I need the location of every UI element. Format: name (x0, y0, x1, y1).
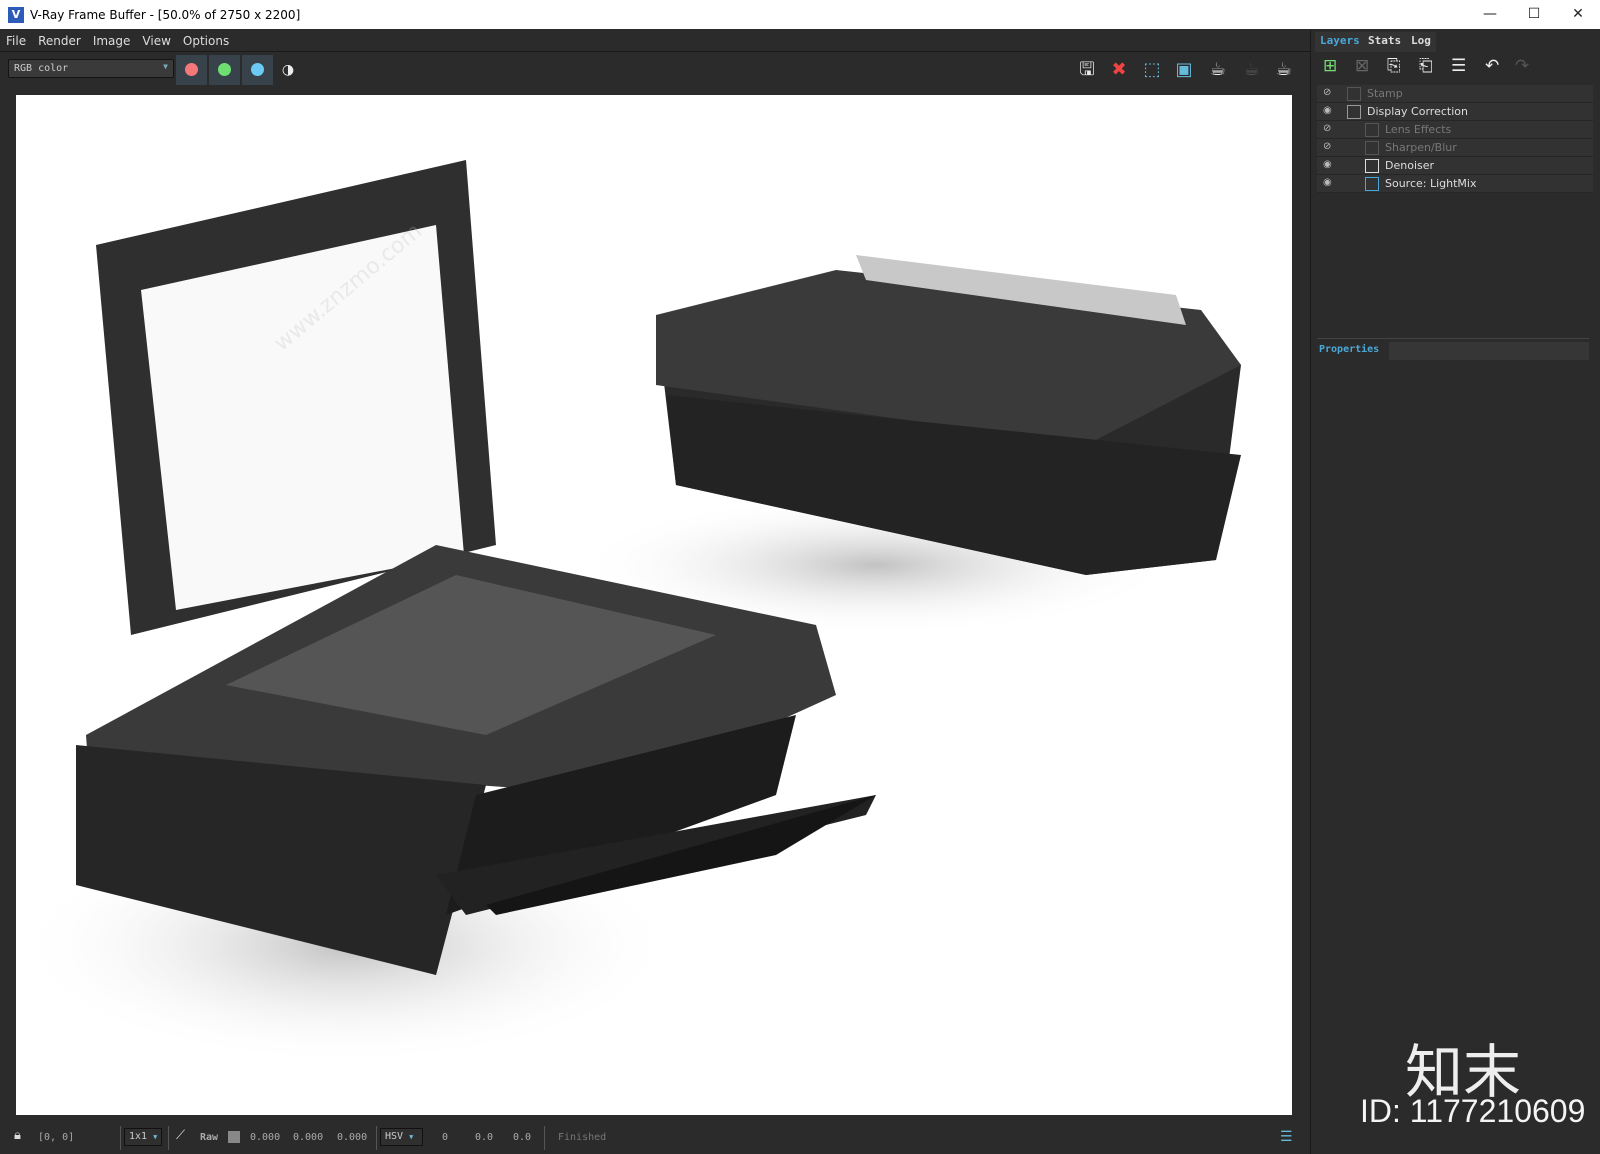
blue-dot-icon (251, 63, 264, 76)
green-channel-toggle[interactable] (209, 55, 240, 85)
red-value: 0.000 (250, 1132, 281, 1143)
delete-layer-icon[interactable]: ⊠ (1355, 56, 1369, 76)
hidden-eye-icon[interactable]: ⊘ (1323, 141, 1331, 152)
red-channel-toggle[interactable] (176, 55, 207, 85)
eye-icon[interactable]: ◉ (1323, 159, 1332, 170)
eye-icon[interactable]: ◉ (1323, 105, 1332, 116)
sample-size-select[interactable]: 1x1 ▼ (124, 1128, 163, 1146)
render-viewport[interactable]: www.znzmo.com (16, 95, 1292, 1115)
layer-sharpen-blur[interactable]: ⊘ Sharpen/Blur (1317, 139, 1593, 157)
render-interactive-icon[interactable]: ☕ (1206, 58, 1230, 82)
toolbar: RGB color ▼ ◑ 🖫 ✖ ⬚ ▣ ☕ ☕ ☕ (0, 53, 1310, 86)
layers-panel: Layers Stats Log ⊞ ⊠ ⎘ ⎗ ☰ ↶ ↷ ⊘ Stamp ◉ D… (1310, 30, 1600, 1154)
save-layers-icon[interactable]: ⎘ (1387, 56, 1401, 76)
menu-file[interactable]: File (0, 34, 32, 48)
status-bar: 🔒︎ [0, 0] 1x1 ▼ ⟋ Raw 0.000 0.000 0.000 … (0, 1122, 1310, 1154)
tab-log[interactable]: Log (1406, 32, 1436, 52)
window-title: V-Ray Frame Buffer - [50.0% of 2750 x 22… (30, 7, 301, 22)
divider (544, 1126, 545, 1150)
layer-label: Stamp (1367, 87, 1403, 100)
layer-label: Source: LightMix (1385, 177, 1477, 190)
render-status: Finished (558, 1132, 607, 1143)
color-space-value: HSV (385, 1131, 404, 1142)
curve-icon[interactable]: ⟋ (176, 1128, 185, 1143)
color-swatch (228, 1131, 240, 1143)
render-icon[interactable]: ☕ (1272, 58, 1296, 82)
menu-options[interactable]: Options (177, 34, 235, 48)
divider (376, 1126, 377, 1150)
tab-layers[interactable]: Layers (1315, 32, 1365, 52)
divider (168, 1126, 169, 1150)
curve-icon (1347, 105, 1361, 119)
layer-list-icon[interactable]: ☰ (1451, 56, 1466, 76)
menu-bar: File Render Image View Options (0, 30, 1310, 52)
saturation-value: 0.0 (475, 1132, 494, 1143)
rendered-image (16, 160, 1241, 1065)
layer-label: Sharpen/Blur (1385, 141, 1457, 154)
undo-icon[interactable]: ↶ (1485, 56, 1499, 76)
layer-label: Lens Effects (1385, 123, 1452, 136)
title-bar: V V-Ray Frame Buffer - [50.0% of 2750 x … (0, 0, 1600, 29)
denoiser-icon (1365, 159, 1379, 173)
value-value: 0.0 (513, 1132, 532, 1143)
layer-label: Denoiser (1385, 159, 1435, 172)
clear-image-icon[interactable]: ✖ (1107, 58, 1131, 82)
red-dot-icon (185, 63, 198, 76)
track-mouse-icon[interactable]: ▣ (1172, 58, 1196, 82)
layer-label: Display Correction (1367, 105, 1468, 118)
stamp-icon (1347, 87, 1361, 101)
layer-display-correction[interactable]: ◉ Display Correction (1317, 103, 1593, 121)
menu-render[interactable]: Render (32, 34, 87, 48)
lightbulb-icon (1365, 177, 1379, 191)
chevron-down-icon: ▼ (409, 1133, 414, 1141)
close-button[interactable]: ✕ (1556, 0, 1600, 29)
alpha-toggle-icon[interactable]: ◑ (276, 58, 300, 82)
properties-header (1389, 342, 1589, 360)
blue-channel-toggle[interactable] (242, 55, 273, 85)
eye-icon[interactable]: ◉ (1323, 177, 1332, 188)
pixel-coords: [0, 0] (38, 1132, 75, 1143)
minimize-button[interactable]: — (1468, 0, 1512, 29)
hue-value: 0 (442, 1132, 449, 1143)
chevron-down-icon: ▼ (153, 1133, 158, 1141)
green-value: 0.000 (293, 1132, 324, 1143)
tab-stats[interactable]: Stats (1363, 32, 1407, 52)
watermark-id: ID: 1177210609 (1360, 1093, 1586, 1129)
load-layers-icon[interactable]: ⎗ (1419, 56, 1433, 76)
layer-lens-effects[interactable]: ⊘ Lens Effects (1317, 121, 1593, 139)
menu-view[interactable]: View (136, 34, 176, 48)
panel-splitter[interactable] (1317, 338, 1589, 339)
properties-label: Properties (1319, 344, 1380, 355)
save-icon[interactable]: 🖫 (1075, 58, 1099, 82)
channel-value: RGB color (14, 63, 69, 74)
sample-size-value: 1x1 (129, 1131, 148, 1142)
green-dot-icon (218, 63, 231, 76)
history-toggle-icon[interactable]: ☰ (1280, 1129, 1293, 1145)
redo-icon[interactable]: ↷ (1515, 56, 1529, 76)
lock-icon[interactable]: 🔒︎ (14, 1128, 21, 1143)
divider (120, 1126, 121, 1150)
chevron-down-icon: ▼ (163, 62, 168, 71)
blue-value: 0.000 (337, 1132, 368, 1143)
vray-app-icon: V (8, 6, 24, 23)
menu-image[interactable]: Image (87, 34, 137, 48)
color-space-select[interactable]: HSV ▼ (380, 1128, 423, 1146)
layer-stamp[interactable]: ⊘ Stamp (1317, 85, 1593, 103)
lens-icon (1365, 123, 1379, 137)
channel-select[interactable]: RGB color ▼ (8, 59, 174, 78)
stop-render-icon[interactable]: ☕ (1240, 58, 1264, 82)
layer-denoiser[interactable]: ◉ Denoiser (1317, 157, 1593, 175)
layer-source-lightmix[interactable]: ◉ Source: LightMix (1317, 175, 1593, 193)
add-layer-icon[interactable]: ⊞ (1323, 56, 1337, 76)
hidden-eye-icon[interactable]: ⊘ (1323, 87, 1331, 98)
color-mode-label: Raw (200, 1132, 219, 1143)
sharpen-icon (1365, 141, 1379, 155)
region-render-icon[interactable]: ⬚ (1140, 58, 1164, 82)
maximize-button[interactable]: ☐ (1512, 0, 1556, 29)
hidden-eye-icon[interactable]: ⊘ (1323, 123, 1331, 134)
